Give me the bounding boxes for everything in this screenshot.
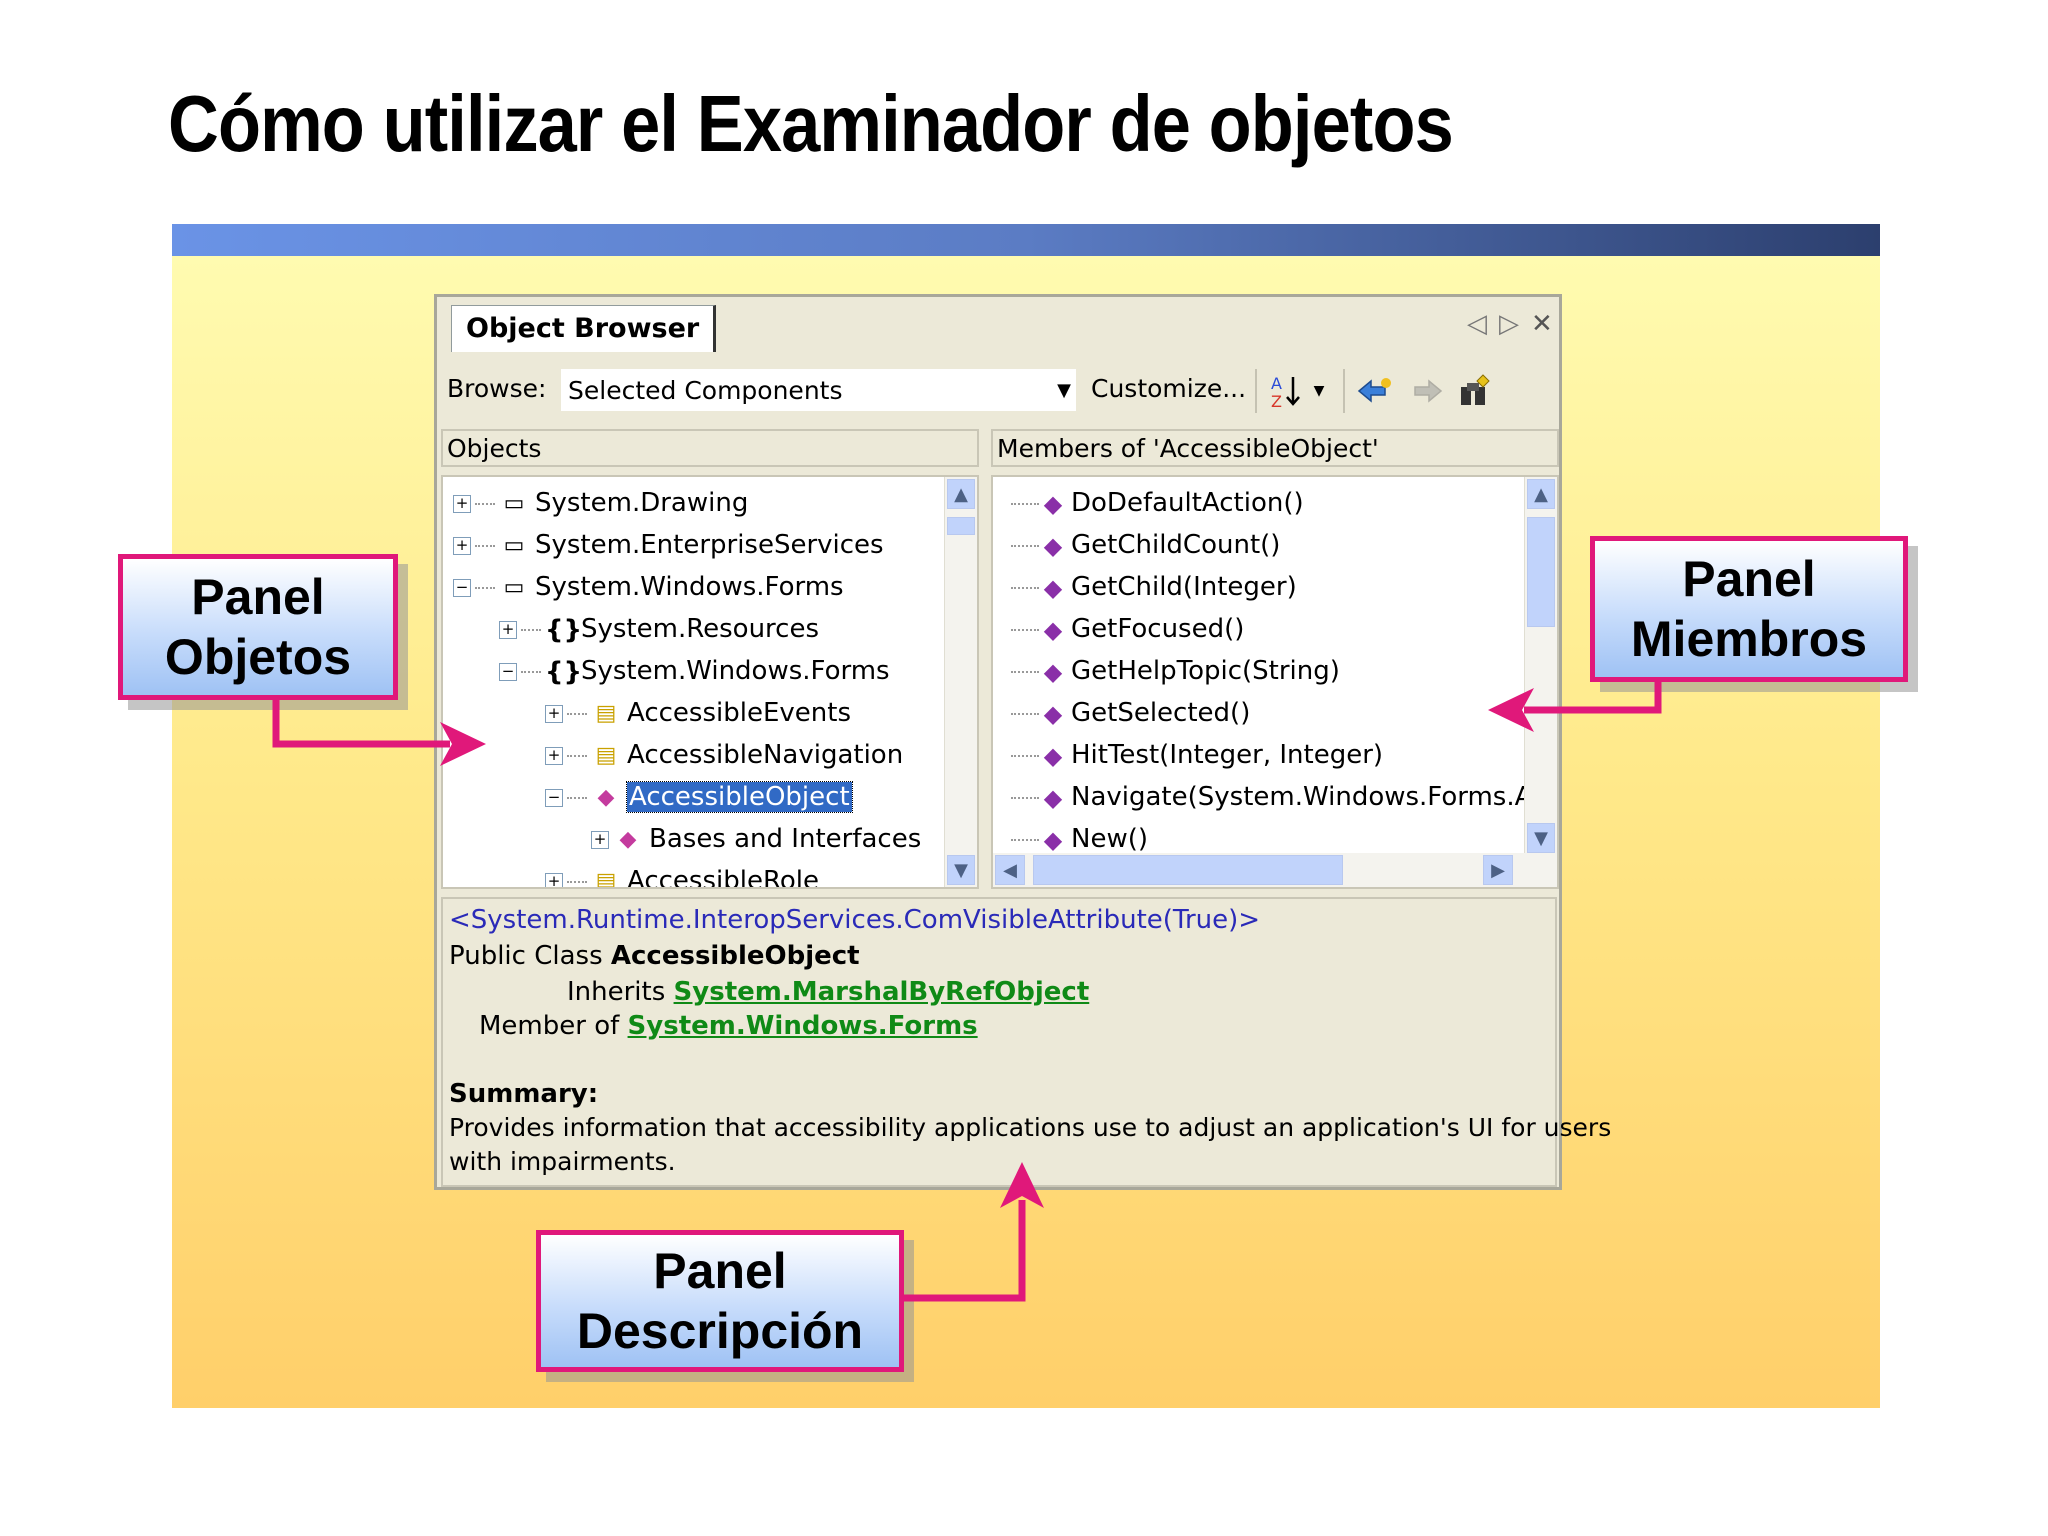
arrow-to-members-panel (1524, 682, 1662, 714)
arrow-to-description-panel (904, 1200, 1026, 1302)
arrow-to-objects-panel (272, 700, 450, 748)
callout-arrows (272, 682, 1662, 1302)
